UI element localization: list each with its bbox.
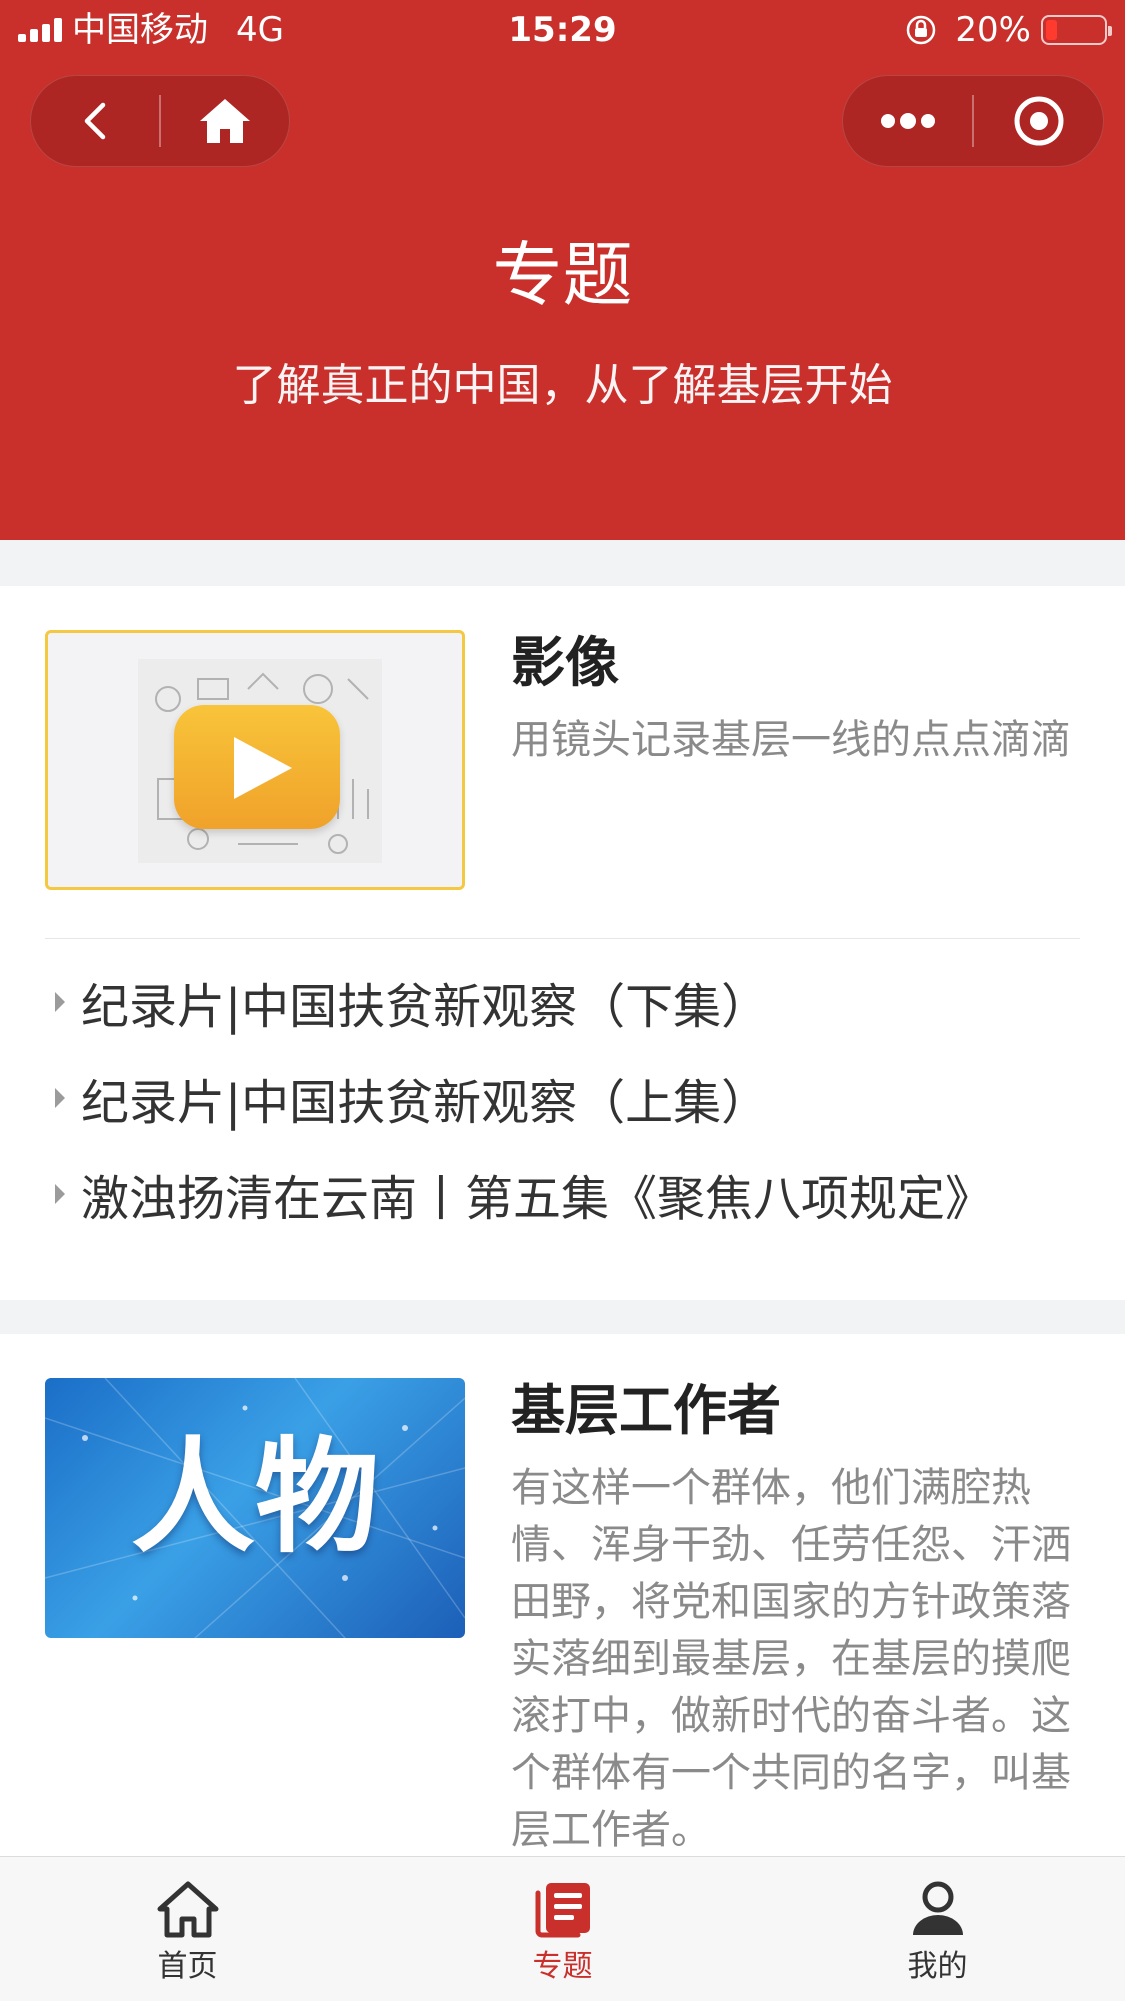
more-icon — [880, 113, 935, 129]
section-title[interactable]: 影像 — [511, 628, 619, 698]
list-item[interactable]: 纪录片|中国扶贫新观察（上集） — [55, 1058, 1105, 1138]
tab-label: 首页 — [157, 1949, 218, 1984]
list-item-label: 纪录片|中国扶贫新观察（下集） — [81, 979, 770, 1035]
section-gap — [0, 1300, 1125, 1334]
section-gap — [0, 540, 1125, 586]
page-title: 专题 — [492, 234, 633, 316]
tab-home[interactable]: 首页 — [0, 1857, 375, 2001]
more-button[interactable] — [843, 75, 972, 167]
home-button[interactable] — [161, 75, 289, 167]
header: 中国移动 4G 15:29 20% 专题 了解真正的中国，从了解基层开始 — [0, 0, 1125, 540]
video-thumbnail[interactable] — [45, 630, 465, 890]
tab-label: 专题 — [532, 1949, 593, 1984]
battery-level — [1046, 20, 1057, 40]
tab-bar: 首页 专题 我的 — [0, 1856, 1125, 2001]
list-item-label: 纪录片|中国扶贫新观察（上集） — [81, 1075, 770, 1131]
section-description: 用镜头记录基层一线的点点滴滴 — [511, 717, 1071, 763]
battery-percentage: 20% — [955, 10, 1031, 50]
tab-topics[interactable]: 专题 — [375, 1857, 750, 2001]
section-description: 有这样一个群体，他们满腔热情、浑身干劲、任劳任怨、汗洒田野，将党和国家的方针政策… — [511, 1465, 1071, 1853]
list-item-label: 激浊扬清在云南丨第五集《聚焦八项规定》 — [81, 1171, 994, 1227]
caret-right-icon — [55, 1184, 65, 1204]
rotation-lock-icon — [907, 15, 936, 45]
page-subtitle: 了解真正的中国，从了解基层开始 — [232, 360, 893, 411]
back-button[interactable] — [31, 75, 159, 167]
nav-capsule — [30, 75, 290, 167]
people-thumbnail-text: 人物 — [130, 1425, 379, 1570]
status-bar: 中国移动 4G 15:29 20% — [0, 0, 1125, 62]
menu-capsule — [842, 75, 1104, 167]
back-icon — [84, 102, 106, 140]
tab-mine[interactable]: 我的 — [750, 1857, 1125, 2001]
section-title[interactable]: 基层工作者 — [511, 1376, 781, 1446]
caret-right-icon — [55, 992, 65, 1012]
topics-icon — [535, 1883, 590, 1938]
battery-icon — [1041, 15, 1112, 45]
status-right: 20% — [903, 10, 1112, 50]
close-target-icon — [1014, 96, 1063, 146]
close-button[interactable] — [974, 75, 1103, 167]
caret-right-icon — [55, 1088, 65, 1108]
home-icon — [157, 1881, 218, 1938]
divider — [45, 938, 1080, 939]
video-play-icon — [174, 705, 340, 829]
list-item[interactable]: 纪录片|中国扶贫新观察（下集） — [55, 962, 1105, 1042]
home-icon — [200, 99, 250, 143]
people-thumbnail[interactable]: 人物 — [45, 1378, 465, 1638]
tab-label: 我的 — [907, 1949, 968, 1984]
user-icon — [912, 1881, 963, 1935]
list-item[interactable]: 激浊扬清在云南丨第五集《聚焦八项规定》 — [55, 1154, 1105, 1234]
page: 中国移动 4G 15:29 20% 专题 了解真正的中国，从了解基层开始 影像 … — [0, 0, 1125, 2001]
